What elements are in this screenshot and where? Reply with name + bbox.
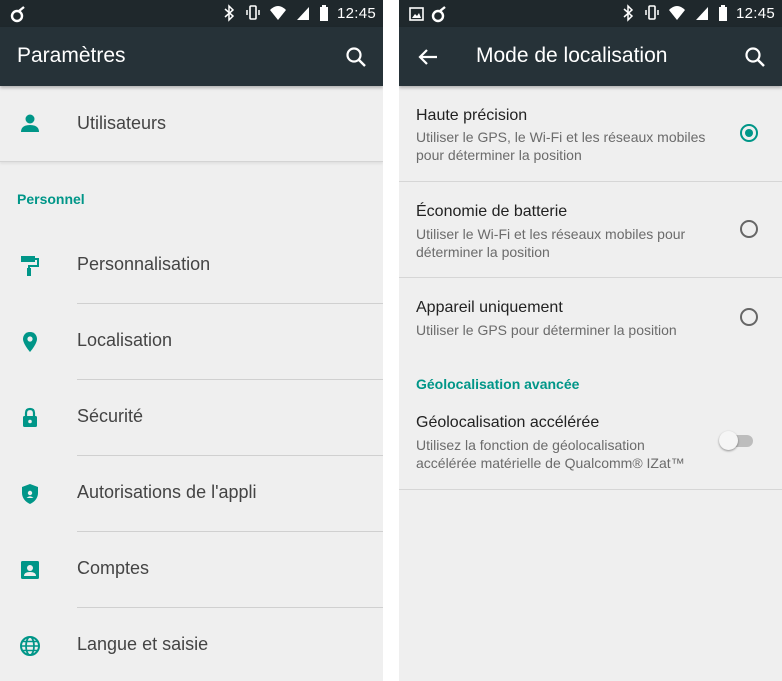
settings-item-location[interactable]: Localisation <box>0 304 383 380</box>
toolbar: Mode de localisation <box>399 27 782 86</box>
lock-icon <box>23 407 37 427</box>
option-title: Géolocalisation accélérée <box>416 414 600 431</box>
paint-roller-icon <box>21 256 39 276</box>
battery-icon <box>319 5 328 21</box>
settings-item-label: Utilisateurs <box>77 113 167 133</box>
shield-icon <box>22 484 38 504</box>
option-description-line: Utilisez la fonction de géolocalisation <box>416 437 645 453</box>
option-title: Économie de batterie <box>416 203 568 220</box>
vibrate-icon <box>645 5 659 20</box>
signal-icon <box>695 7 708 20</box>
location-mode-option-battery-saving[interactable]: Économie de batterie Utiliser le Wi-Fi e… <box>399 182 782 278</box>
radio-button[interactable] <box>740 220 758 238</box>
signal-icon <box>296 7 309 20</box>
clock: 12:45 <box>735 4 775 22</box>
option-title: Appareil uniquement <box>416 299 563 316</box>
wifi-icon <box>269 6 286 20</box>
location-mode-option-high-accuracy[interactable]: Haute précision Utiliser le GPS, le Wi-F… <box>399 86 782 182</box>
option-description-line: déterminer la position <box>416 244 550 260</box>
location-mode-option-device-only[interactable]: Appareil uniquement Utiliser le GPS pour… <box>399 278 782 490</box>
section-header: Géolocalisation avancée <box>416 376 580 392</box>
image-notification-icon <box>409 7 424 21</box>
notification-app-icon <box>10 6 25 23</box>
option-description-line: Utiliser le Wi-Fi et les réseaux mobiles… <box>416 226 686 242</box>
status-bar: 12:45 <box>0 0 383 27</box>
settings-item-label: Localisation <box>77 330 173 350</box>
settings-item-security[interactable]: Sécurité <box>0 380 383 456</box>
settings-item-personalisation[interactable]: Personnalisation <box>0 228 383 304</box>
option-title: Haute précision <box>416 107 528 124</box>
status-bar: 12:45 <box>399 0 782 27</box>
bluetooth-icon <box>623 4 634 22</box>
location-pin-icon <box>23 332 37 352</box>
settings-item-label: Personnalisation <box>77 254 211 274</box>
settings-item-users[interactable]: Utilisateurs <box>0 86 383 162</box>
radio-button-selected[interactable] <box>740 124 758 142</box>
search-icon[interactable] <box>345 46 367 68</box>
settings-screen: 12:45 Paramètres Utilisateurs Personnel … <box>0 0 383 681</box>
toolbar: Paramètres <box>0 27 383 86</box>
clock: 12:45 <box>336 4 376 22</box>
settings-item-label: Sécurité <box>77 406 144 426</box>
vibrate-icon <box>246 5 260 20</box>
option-description-line: pour déterminer la position <box>416 147 582 163</box>
search-icon[interactable] <box>744 46 766 68</box>
accelerated-geolocation-item[interactable]: Géolocalisation accélérée Utilisez la fo… <box>399 396 782 490</box>
account-box-icon <box>21 561 39 579</box>
option-description: Utiliser le Wi-Fi et les réseaux mobiles… <box>416 225 726 261</box>
toggle-switch[interactable] <box>719 429 755 451</box>
back-arrow-icon[interactable] <box>417 47 439 67</box>
battery-icon <box>718 5 727 21</box>
section-header: Personnel <box>17 191 85 207</box>
option-description-line: Utiliser le GPS pour déterminer la posit… <box>416 322 677 338</box>
option-description: Utiliser le GPS pour déterminer la posit… <box>416 321 726 339</box>
globe-icon <box>20 636 40 656</box>
settings-item-label: Comptes <box>77 558 150 578</box>
settings-item-language[interactable]: Langue et saisie <box>0 608 383 681</box>
option-description-line: Utiliser le GPS, le Wi-Fi et les réseaux… <box>416 129 706 145</box>
wifi-icon <box>668 6 685 20</box>
settings-item-label: Autorisations de l'appli <box>77 482 257 502</box>
settings-item-label: Langue et saisie <box>77 634 209 654</box>
bluetooth-icon <box>224 4 235 22</box>
toggle-thumb <box>719 431 738 450</box>
page-title: Mode de localisation <box>476 44 668 67</box>
location-mode-screen: 12:45 Mode de localisation Haute précisi… <box>399 0 782 681</box>
settings-item-app-permissions[interactable]: Autorisations de l'appli <box>0 456 383 532</box>
radio-button[interactable] <box>740 308 758 326</box>
notification-app-icon <box>431 6 446 23</box>
option-description: Utilisez la fonction de géolocalisation … <box>416 436 726 472</box>
option-description-line: accélérée matérielle de Qualcomm® IZat™ <box>416 455 685 471</box>
person-icon <box>21 114 39 132</box>
page-title: Paramètres <box>17 44 126 67</box>
settings-item-accounts[interactable]: Comptes <box>0 532 383 608</box>
option-description: Utiliser le GPS, le Wi-Fi et les réseaux… <box>416 128 726 164</box>
